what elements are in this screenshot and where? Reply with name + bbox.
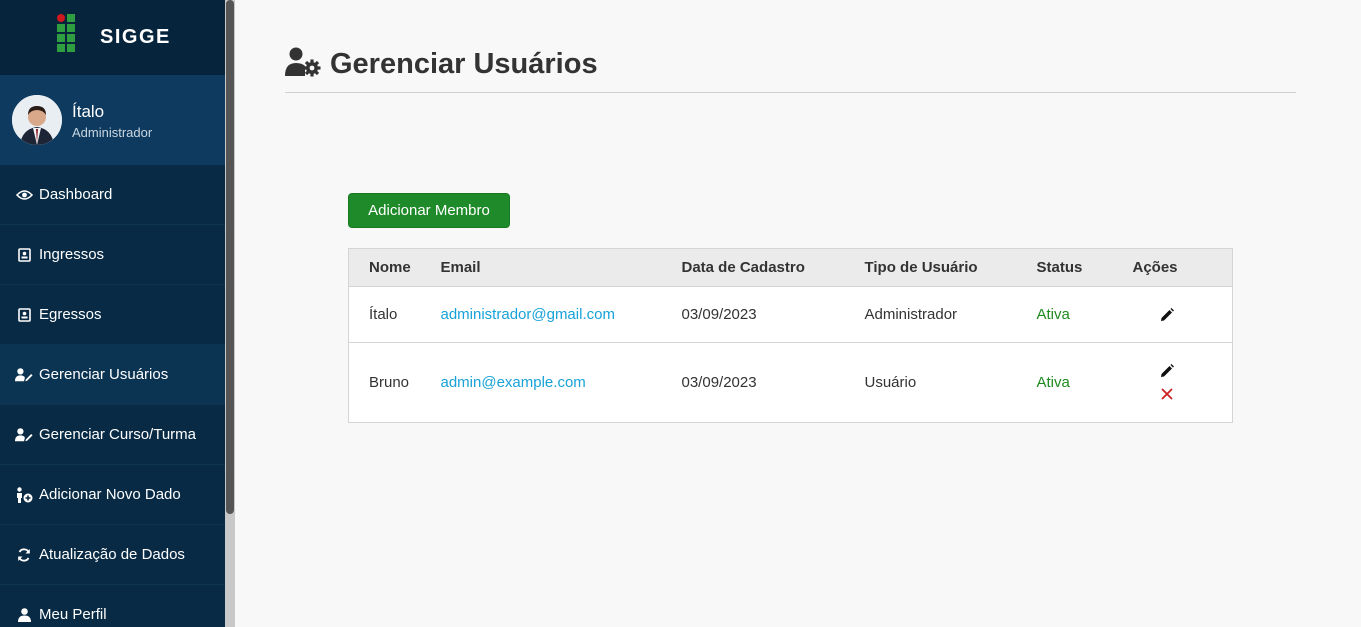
id-card-icon [15,306,33,324]
status-badge: Ativa [1036,286,1133,343]
scrollbar-thumb[interactable] [226,0,234,514]
avatar [12,95,62,145]
ifpb-logo-icon [57,14,75,52]
cell-email: admin@example.com [440,342,682,423]
column-header-data: Data de Cadastro [681,248,865,287]
profile-role: Administrador [72,125,153,140]
user-edit-icon [15,366,33,384]
sidebar-item-label: Adicionar Novo Dado [39,486,181,503]
column-header-nome: Nome [348,248,441,287]
email-link[interactable]: administrador@gmail.com [441,306,615,323]
sidebar-item-label: Atualização de Dados [39,546,185,563]
person-add-icon [15,486,33,504]
refresh-icon [15,546,33,564]
column-header-acoes: Ações [1132,248,1233,287]
cell-acoes [1132,342,1233,423]
sidebar-item-label: Egressos [39,306,102,323]
email-link[interactable]: admin@example.com [441,374,586,391]
column-header-email: Email [440,248,682,287]
user-profile: Ítalo Administrador [0,75,225,165]
column-header-status: Status [1036,248,1133,287]
column-header-tipo: Tipo de Usuário [864,248,1037,287]
delete-x-icon[interactable] [1160,387,1174,401]
edit-pencil-icon[interactable] [1160,307,1175,322]
table-header-row: Nome Email Data de Cadastro Tipo de Usuá… [348,248,1233,287]
sidebar-item-label: Dashboard [39,186,113,203]
cell-data: 03/09/2023 [681,286,865,343]
cell-tipo: Administrador [864,286,1037,343]
cell-email: administrador@gmail.com [440,286,682,343]
sidebar: SIGGE Ítalo Administrador Dashboard Ingr… [0,0,225,627]
sidebar-item-label: Gerenciar Curso/Turma [39,426,196,443]
user-icon [15,606,33,624]
users-cog-icon [285,47,321,82]
sidebar-item-label: Meu Perfil [39,606,107,623]
add-member-button[interactable]: Adicionar Membro [348,193,510,228]
main-content: Gerenciar Usuários Adicionar Membro Nome… [235,0,1361,627]
table-row: Bruno admin@example.com 03/09/2023 Usuár… [348,342,1233,423]
sidebar-item-ingressos[interactable]: Ingressos [0,225,225,285]
sidebar-item-adicionar-novo-dado[interactable]: Adicionar Novo Dado [0,465,225,525]
sidebar-item-gerenciar-usuarios[interactable]: Gerenciar Usuários [0,345,225,405]
sidebar-item-egressos[interactable]: Egressos [0,285,225,345]
table-row: Ítalo administrador@gmail.com 03/09/2023… [348,286,1233,343]
edit-pencil-icon[interactable] [1160,364,1175,378]
sidebar-item-label: Gerenciar Usuários [39,366,169,383]
sidebar-item-meu-perfil[interactable]: Meu Perfil [0,585,225,627]
page-title: Gerenciar Usuários [330,48,598,80]
profile-name: Ítalo [72,102,105,121]
cell-nome: Bruno [348,342,441,423]
cell-tipo: Usuário [864,342,1037,423]
eye-icon [15,186,33,204]
sidebar-item-gerenciar-curso-turma[interactable]: Gerenciar Curso/Turma [0,405,225,465]
page-header: Gerenciar Usuários [285,45,1296,93]
cell-data: 03/09/2023 [681,342,865,423]
cell-nome: Ítalo [348,286,441,343]
brand[interactable]: SIGGE [0,0,225,75]
sidebar-nav: Dashboard Ingressos Egressos Gerenciar U… [0,165,225,627]
cell-acoes [1132,286,1233,343]
user-edit-icon [15,426,33,444]
sidebar-item-dashboard[interactable]: Dashboard [0,165,225,225]
sidebar-item-label: Ingressos [39,246,105,263]
id-card-icon [15,246,33,264]
users-table: Nome Email Data de Cadastro Tipo de Usuá… [348,248,1233,423]
sidebar-item-atualizacao-de-dados[interactable]: Atualização de Dados [0,525,225,585]
sidebar-scrollbar[interactable] [225,0,235,627]
status-badge: Ativa [1036,342,1133,423]
app-name: SIGGE [100,26,171,48]
